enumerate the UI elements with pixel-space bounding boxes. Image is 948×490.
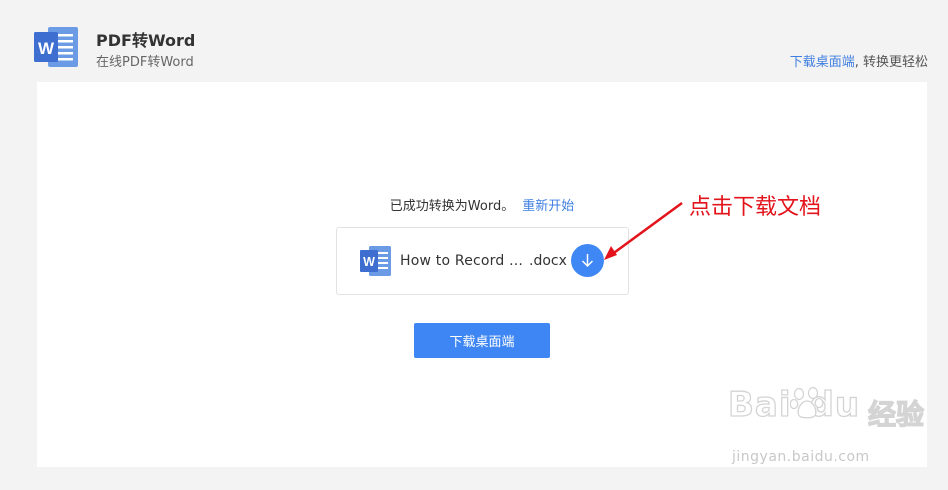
watermark-brand-main: Bai xyxy=(727,384,792,425)
baidu-jingyan-watermark: Bai_du 经验 jingyan.baidu.com xyxy=(727,384,928,475)
annotation-label: 点击下载文档 xyxy=(689,195,822,220)
watermark-url: jingyan.baidu.com xyxy=(732,449,870,465)
watermark-cn: 经验 xyxy=(867,397,925,431)
paw-icon xyxy=(790,387,824,419)
